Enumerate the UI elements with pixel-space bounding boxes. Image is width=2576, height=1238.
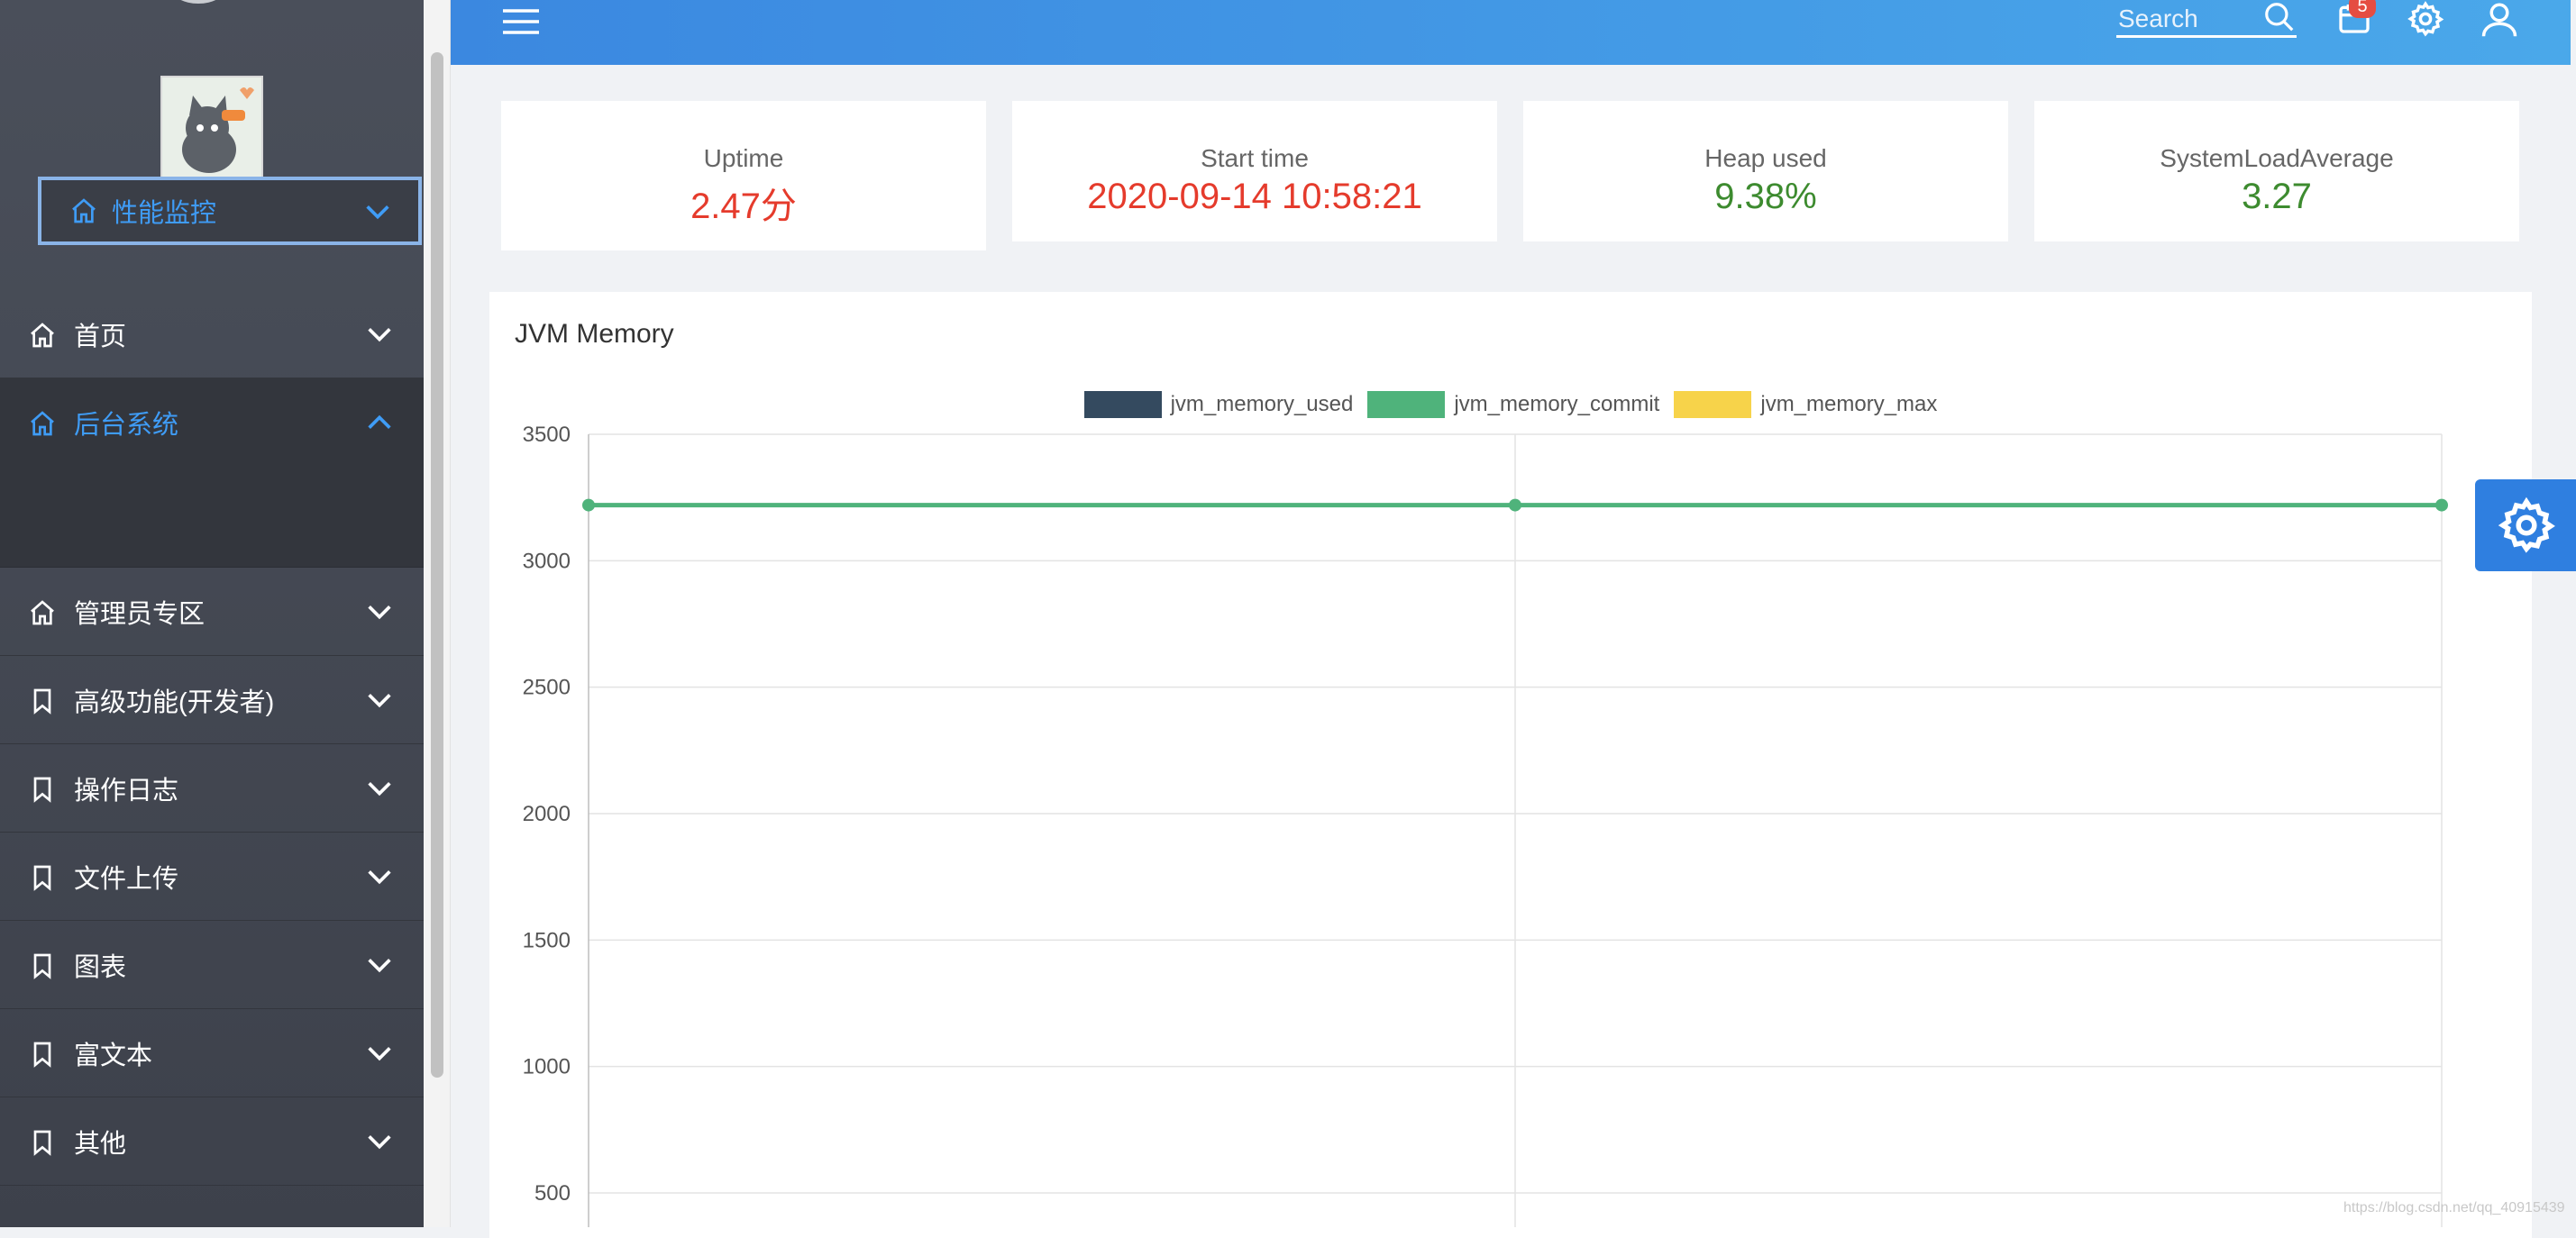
sidebar-item-label: 操作日志	[74, 776, 179, 806]
sidebar-item-label: 管理员专区	[74, 599, 206, 629]
notification-badge: 5	[2349, 0, 2376, 18]
hamburger-menu-icon[interactable]	[501, 5, 541, 38]
sidebar-item-label: 其他	[74, 1129, 127, 1159]
line-chart: 3500 3000 2500 2000 1500 1000 500	[523, 423, 2448, 1227]
stat-card-start-time: Start time 2020-09-14 10:58:21	[1012, 101, 1497, 241]
chevron-down-icon[interactable]	[364, 1042, 395, 1065]
bookmark-icon	[33, 865, 51, 891]
stat-value: 2.47分	[690, 187, 797, 226]
stat-card-system-load-average: SystemLoadAverage 3.27	[2034, 101, 2519, 241]
chevron-down-icon[interactable]	[364, 1130, 395, 1153]
jvm-memory-chart-panel: JVM Memory jvm_memory_used jvm_memory_co…	[489, 292, 2532, 1238]
stat-label: Heap used	[1704, 144, 1827, 172]
sidebar-item-label: 后台系统	[74, 411, 179, 440]
sidebar-menu: 首页 后台系统 管理员专区 高级功能(开发者) 操作日志 文件上传 图表 富文本…	[0, 290, 424, 1186]
chevron-down-icon[interactable]	[364, 865, 395, 888]
submenu-container	[0, 467, 424, 568]
chevron-down-icon[interactable]	[362, 200, 393, 223]
home-icon	[31, 323, 54, 348]
sidebar-item-backend[interactable]: 后台系统	[0, 378, 424, 467]
chevron-down-icon[interactable]	[364, 323, 395, 346]
search-icon[interactable]	[2262, 0, 2297, 34]
submenu-item-performance-monitor[interactable]: 性能监控	[38, 177, 422, 245]
data-point	[1509, 498, 1521, 512]
stat-value: 9.38%	[1714, 177, 1817, 216]
chevron-down-icon[interactable]	[364, 777, 395, 800]
chevron-down-icon[interactable]	[364, 600, 395, 624]
stat-label: Start time	[1201, 144, 1309, 172]
stat-label: Uptime	[703, 144, 784, 172]
logo-arc	[171, 0, 225, 4]
gear-icon[interactable]	[2407, 0, 2444, 38]
sidebar-item-admin-zone[interactable]: 管理员专区	[0, 568, 424, 656]
avatar[interactable]	[160, 76, 263, 178]
y-tick-label: 500	[534, 1181, 571, 1206]
sidebar-item-file-upload[interactable]: 文件上传	[0, 833, 424, 921]
y-tick-label: 2000	[523, 802, 571, 826]
y-tick-label: 3500	[523, 423, 571, 447]
sidebar: admin 首页 后台系统 管理员专区 高级功能(开发者)	[0, 0, 424, 1227]
bookmark-icon	[33, 777, 51, 803]
sidebar-item-charts[interactable]: 图表	[0, 921, 424, 1009]
home-icon	[31, 600, 54, 625]
bookmark-icon	[33, 1042, 51, 1068]
floating-settings-button[interactable]	[2475, 479, 2576, 571]
sidebar-item-home[interactable]: 首页	[0, 290, 424, 378]
gear-icon	[2498, 496, 2555, 553]
sidebar-item-label: 文件上传	[74, 864, 179, 894]
home-icon	[31, 411, 54, 436]
user-profile-icon[interactable]	[2480, 0, 2518, 38]
data-point	[2435, 498, 2448, 512]
y-tick-label: 1000	[523, 1055, 571, 1079]
sidebar-item-label: 首页	[74, 322, 127, 351]
sidebar-item-rich-text[interactable]: 富文本	[0, 1009, 424, 1097]
y-tick-label: 3000	[523, 549, 571, 573]
stat-value: 3.27	[2242, 177, 2312, 216]
bookmark-icon	[33, 1130, 51, 1156]
chevron-up-icon[interactable]	[364, 411, 395, 434]
watermark: https://blog.csdn.net/qq_40915439	[2343, 1200, 2565, 1215]
bookmark-icon	[33, 688, 51, 715]
sidebar-item-operation-log[interactable]: 操作日志	[0, 744, 424, 833]
sidebar-item-label: 图表	[74, 952, 127, 982]
submenu-item-label: 性能监控	[112, 199, 217, 228]
sidebar-item-advanced[interactable]: 高级功能(开发者)	[0, 656, 424, 744]
data-point	[582, 498, 595, 512]
chevron-down-icon[interactable]	[364, 953, 395, 977]
stat-card-uptime: Uptime 2.47分	[501, 101, 986, 250]
y-tick-label: 2500	[523, 676, 571, 700]
sidebar-item-label: 高级功能(开发者)	[74, 687, 275, 717]
sidebar-item-other[interactable]: 其他	[0, 1097, 424, 1186]
sidebar-scrollbar-thumb[interactable]	[431, 52, 443, 1078]
search-input[interactable]	[2118, 4, 2253, 34]
chevron-down-icon[interactable]	[364, 688, 395, 712]
y-tick-label: 1500	[523, 928, 571, 952]
sidebar-item-label: 富文本	[74, 1041, 153, 1070]
stat-card-heap-used: Heap used 9.38%	[1523, 101, 2008, 241]
bookmark-icon	[33, 953, 51, 979]
stat-label: SystemLoadAverage	[2160, 144, 2394, 172]
home-icon	[72, 198, 96, 223]
stat-value: 2020-09-14 10:58:21	[1087, 177, 1422, 216]
